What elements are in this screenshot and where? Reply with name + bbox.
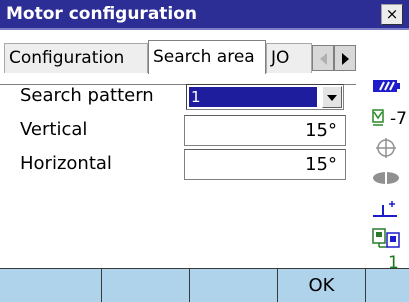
vertical-label: Vertical xyxy=(20,119,88,140)
status-bar: -7 1 xyxy=(363,71,409,299)
arrow-right-icon xyxy=(342,53,349,65)
softkey-2[interactable] xyxy=(102,269,190,302)
search-pattern-select[interactable]: 1 xyxy=(186,84,344,110)
horizontal-label: Horizontal xyxy=(20,153,112,174)
ok-button[interactable]: OK xyxy=(278,269,366,302)
softkey-bar: OK xyxy=(0,268,409,302)
communication-icon[interactable] xyxy=(371,227,401,249)
prism-icon[interactable] xyxy=(371,167,401,189)
softkey-3[interactable] xyxy=(190,269,278,302)
tab-jo[interactable]: JO xyxy=(266,43,312,73)
tilt-value: -7 xyxy=(390,109,407,129)
tab-configuration[interactable]: Configuration xyxy=(4,43,148,73)
chevron-down-icon xyxy=(327,95,337,101)
tab-scroll-right-button[interactable] xyxy=(334,45,356,71)
target-height-icon[interactable] xyxy=(371,197,401,219)
battery-icon[interactable] xyxy=(371,75,401,97)
arrow-left-icon xyxy=(320,53,327,65)
horizontal-input[interactable]: 15° xyxy=(184,149,346,180)
tab-scroll-left-button[interactable] xyxy=(312,45,334,71)
tab-strip: Configuration Search area JO xyxy=(0,40,356,85)
dialog-body: Configuration Search area JO Search patt… xyxy=(0,31,409,299)
close-button[interactable]: × xyxy=(381,4,403,25)
window-title: Motor configuration xyxy=(6,4,198,24)
softkey-1[interactable] xyxy=(0,269,102,302)
softkey-5[interactable] xyxy=(366,269,409,302)
dropdown-button[interactable] xyxy=(322,86,342,108)
search-pattern-value: 1 xyxy=(189,87,317,107)
target-icon[interactable] xyxy=(371,137,401,159)
vertical-input[interactable]: 15° xyxy=(184,115,346,146)
tab-search-area[interactable]: Search area xyxy=(148,40,266,74)
motor-configuration-window: Motor configuration × Configuration Sear… xyxy=(0,0,409,302)
search-pattern-label: Search pattern xyxy=(20,85,154,106)
title-bar: Motor configuration × xyxy=(0,0,409,30)
